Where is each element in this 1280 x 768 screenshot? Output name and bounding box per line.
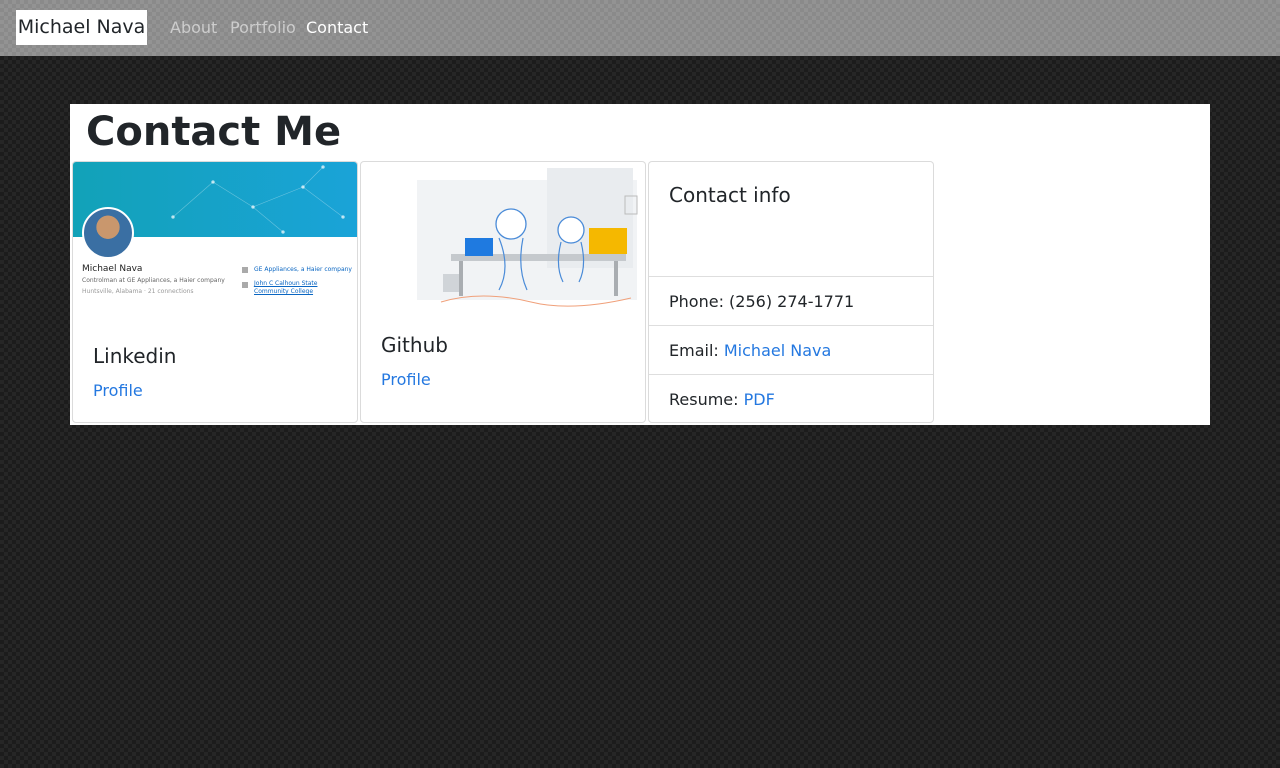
nav-link-portfolio[interactable]: Portfolio: [230, 18, 296, 38]
github-card: Github Profile: [360, 161, 646, 423]
linkedin-company: GE Appliances, a Haier company: [254, 266, 352, 273]
linkedin-profile-name: Michael Nava: [82, 264, 143, 274]
resume-label: Resume:: [669, 390, 739, 409]
linkedin-school: John C Calhoun State Community College: [254, 280, 318, 295]
phone-row: Phone: (256) 274-1771: [649, 277, 933, 326]
github-profile-link[interactable]: Profile: [381, 370, 431, 389]
linkedin-location: Huntsville, Alabama · 21 connections: [82, 288, 194, 295]
linkedin-card: Michael Nava Controlman at GE Appliances…: [72, 161, 358, 423]
nav-link-about[interactable]: About: [170, 18, 217, 38]
avatar: [82, 207, 134, 259]
contact-info-card: Contact info Phone: (256) 274-1771 Email…: [648, 161, 934, 423]
phone-label: Phone:: [669, 292, 724, 311]
email-row: Email: Michael Nava: [649, 326, 933, 375]
main-container: Contact Me Michael Nava Controlman at GE…: [70, 104, 1210, 425]
phone-value: (256) 274-1771: [729, 292, 855, 311]
company-icon: [242, 267, 248, 273]
linkedin-headline: Controlman at GE Appliances, a Haier com…: [82, 277, 225, 284]
navbar: Michael Nava About Portfolio Contact: [0, 0, 1280, 56]
contact-info-title: Contact info: [669, 183, 791, 207]
email-label: Email:: [669, 341, 719, 360]
linkedin-profile-link[interactable]: Profile: [93, 381, 143, 400]
github-illustration-image: [417, 168, 638, 307]
school-icon: [242, 282, 248, 288]
resume-pdf-link[interactable]: PDF: [744, 390, 775, 409]
page-title: Contact Me: [86, 109, 342, 155]
github-card-title: Github: [381, 333, 448, 357]
nav-link-contact[interactable]: Contact: [306, 18, 368, 38]
resume-row: Resume: PDF: [649, 375, 933, 422]
linkedin-card-title: Linkedin: [93, 344, 177, 368]
brand-link[interactable]: Michael Nava: [16, 10, 147, 45]
email-link[interactable]: Michael Nava: [724, 341, 831, 360]
contact-info-header: Contact info: [649, 162, 933, 277]
